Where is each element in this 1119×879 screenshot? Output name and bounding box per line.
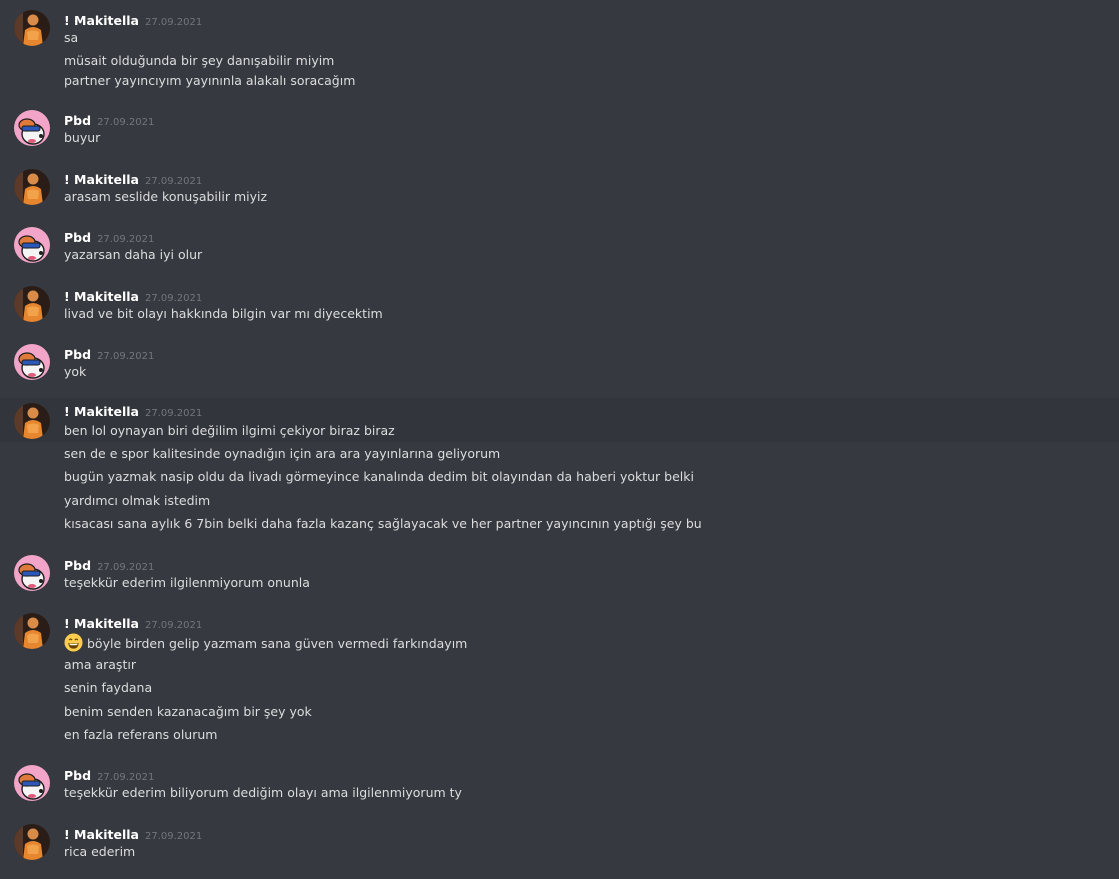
- username[interactable]: ! Makitella: [64, 13, 139, 28]
- message-header: ! Makitella 27.09.2021: [64, 402, 202, 423]
- message-group: Pbd 27.09.2021 teşekkür ederim ilgilenmiy…: [0, 555, 1119, 595]
- timestamp[interactable]: 27.09.2021: [97, 351, 154, 362]
- message-text: ben lol oynayan biri değilim ilgimi çeki…: [64, 423, 395, 438]
- message-group: Pbd 27.09.2021 buyur: [0, 110, 1119, 150]
- grinning-face-emoji-icon: [64, 633, 83, 657]
- timestamp[interactable]: 27.09.2021: [145, 620, 202, 631]
- username[interactable]: Pbd: [64, 230, 91, 245]
- message-group: ! Makitella 27.09.2021 ben lol oynayan bi…: [0, 398, 1119, 538]
- message-text: ama araştır: [64, 657, 136, 672]
- message-group: ! Makitella 27.09.2021 rica ederim: [0, 824, 1119, 864]
- timestamp[interactable]: 27.09.2021: [145, 17, 202, 28]
- message-text: yok: [64, 364, 87, 379]
- timestamp[interactable]: 27.09.2021: [145, 408, 202, 419]
- cartoon-dog-avatar-icon[interactable]: [14, 110, 50, 146]
- orange-figure-avatar-icon[interactable]: [14, 613, 50, 649]
- cartoon-dog-avatar-icon[interactable]: [14, 765, 50, 801]
- orange-figure-avatar-icon[interactable]: [14, 169, 50, 205]
- username[interactable]: Pbd: [64, 558, 91, 573]
- message-group: ! Makitella 27.09.2021 böyle birden gelip…: [0, 613, 1119, 748]
- message-text: teşekkür ederim ilgilenmiyorum onunla: [64, 575, 310, 590]
- message-text: yardımcı olmak istedim: [64, 493, 211, 508]
- message-text-content: böyle birden gelip yazmam sana güven ver…: [87, 636, 468, 651]
- message-text: buyur: [64, 130, 101, 145]
- chat-message-list[interactable]: ! Makitella 27.09.2021 sa müsait olduğund…: [0, 0, 1119, 879]
- message-text: yazarsan daha iyi olur: [64, 247, 203, 262]
- message-text: sa: [64, 30, 79, 45]
- timestamp[interactable]: 27.09.2021: [97, 562, 154, 573]
- orange-figure-avatar-icon[interactable]: [14, 10, 50, 46]
- message-text: livad ve bit olayı hakkında bilgin var m…: [64, 306, 383, 321]
- message-group: ! Makitella 27.09.2021 livad ve bit olayı…: [0, 286, 1119, 326]
- message-group: ! Makitella 27.09.2021 arasam seslide kon…: [0, 169, 1119, 209]
- message-text: sen de e spor kalitesinde oynadığın için…: [64, 446, 501, 461]
- timestamp[interactable]: 27.09.2021: [97, 772, 154, 783]
- cartoon-dog-avatar-icon[interactable]: [14, 227, 50, 263]
- orange-figure-avatar-icon[interactable]: [14, 403, 50, 439]
- username[interactable]: ! Makitella: [64, 404, 139, 419]
- message-text: senin faydana: [64, 680, 153, 695]
- orange-figure-avatar-icon[interactable]: [14, 824, 50, 860]
- timestamp[interactable]: 27.09.2021: [145, 176, 202, 187]
- username[interactable]: ! Makitella: [64, 172, 139, 187]
- timestamp[interactable]: 27.09.2021: [97, 117, 154, 128]
- message-group: Pbd 27.09.2021 yok: [0, 344, 1119, 384]
- cartoon-dog-avatar-icon[interactable]: [14, 344, 50, 380]
- message-group: Pbd 27.09.2021 yazarsan daha iyi olur: [0, 227, 1119, 267]
- username[interactable]: ! Makitella: [64, 616, 139, 631]
- message-text: kısacası sana aylık 6 7bin belki daha fa…: [64, 516, 702, 531]
- timestamp[interactable]: 27.09.2021: [145, 293, 202, 304]
- message-text: benim senden kazanacağım bir şey yok: [64, 704, 312, 719]
- username[interactable]: ! Makitella: [64, 289, 139, 304]
- message-group: ! Makitella 27.09.2021 sa müsait olduğund…: [0, 10, 1119, 94]
- timestamp[interactable]: 27.09.2021: [145, 831, 202, 842]
- message-group: Pbd 27.09.2021 teşekkür ederim biliyorum …: [0, 765, 1119, 805]
- message-text: böyle birden gelip yazmam sana güven ver…: [64, 633, 467, 657]
- message-text: en fazla referans olurum: [64, 727, 218, 742]
- orange-figure-avatar-icon[interactable]: [14, 286, 50, 322]
- username[interactable]: Pbd: [64, 113, 91, 128]
- message-text: bugün yazmak nasip oldu da livadı görmey…: [64, 469, 694, 484]
- message-text: teşekkür ederim biliyorum dediğim olayı …: [64, 785, 462, 800]
- username[interactable]: ! Makitella: [64, 827, 139, 842]
- cartoon-dog-avatar-icon[interactable]: [14, 555, 50, 591]
- message-text: arasam seslide konuşabilir miyiz: [64, 189, 268, 204]
- message-header: ! Makitella 27.09.2021: [64, 11, 202, 32]
- message-header: ! Makitella 27.09.2021: [64, 614, 202, 635]
- message-text: partner yayıncıyım yayınınla alakalı sor…: [64, 73, 356, 88]
- timestamp[interactable]: 27.09.2021: [97, 234, 154, 245]
- message-text: rica ederim: [64, 844, 136, 859]
- username[interactable]: Pbd: [64, 347, 91, 362]
- message-text: müsait olduğunda bir şey danışabilir miy…: [64, 53, 335, 68]
- username[interactable]: Pbd: [64, 768, 91, 783]
